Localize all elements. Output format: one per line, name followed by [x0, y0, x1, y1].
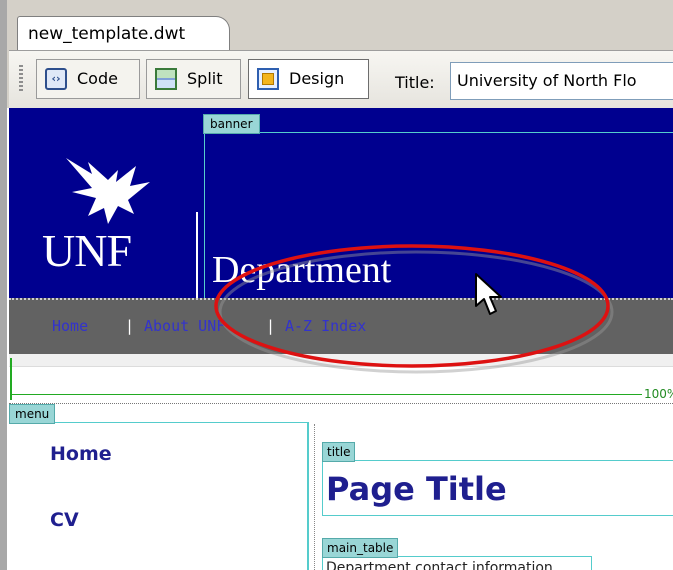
main-table-region-tag[interactable]: main_table [322, 538, 399, 558]
mouse-pointer-icon [475, 273, 502, 315]
split-view-label: Split [187, 69, 223, 88]
menu-item-home[interactable]: Home [50, 442, 112, 466]
red-ellipse-highlight [214, 244, 614, 374]
unf-logo-text: UNF [42, 225, 132, 276]
banner-region-tag[interactable]: banner [203, 114, 260, 134]
split-view-button[interactable]: Split [146, 59, 241, 99]
design-view-icon [257, 68, 279, 90]
window-left-frame [0, 0, 7, 570]
title-field-label: Title: [395, 73, 435, 92]
nav-separator: | [125, 317, 135, 335]
region-dotted-border [9, 403, 673, 404]
content-column-border [314, 424, 317, 570]
ruler-width-line [12, 394, 642, 395]
toolbar-grip[interactable] [19, 65, 23, 93]
main-table-text[interactable]: Department contact information [326, 560, 553, 570]
banner-divider [196, 212, 198, 298]
code-view-label: Code [77, 69, 118, 88]
osprey-logo-icon [66, 158, 150, 224]
code-view-button[interactable]: ‹› Code [36, 59, 140, 99]
page-title-heading[interactable]: Page Title [326, 470, 507, 508]
table-width-label[interactable]: 100% [644, 386, 673, 402]
design-view-label: Design [289, 69, 345, 88]
menu-item-cv[interactable]: CV [50, 508, 79, 532]
title-region-tag[interactable]: title [322, 442, 356, 462]
design-view-button[interactable]: Design [248, 59, 369, 99]
code-view-icon: ‹› [45, 68, 67, 90]
split-view-icon [155, 68, 177, 90]
page-title-input[interactable]: University of North Flo [450, 62, 673, 100]
menu-region-tag[interactable]: menu [9, 404, 56, 424]
document-tab[interactable]: new_template.dwt [17, 16, 230, 50]
nav-link-home[interactable]: Home [52, 316, 88, 336]
